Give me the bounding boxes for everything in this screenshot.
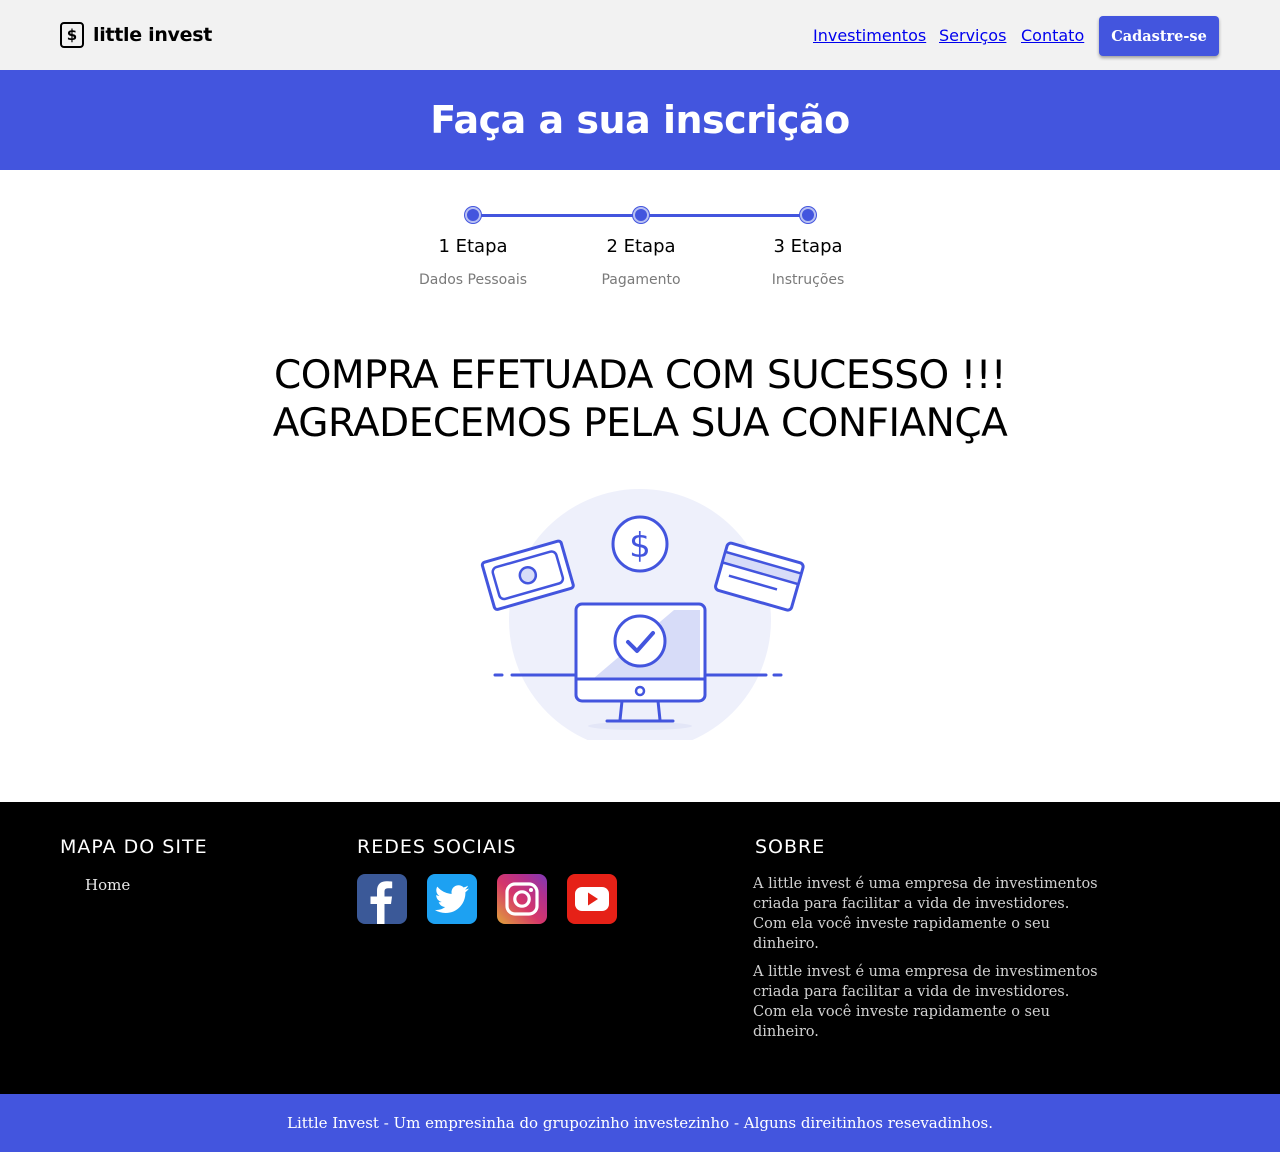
nav-link-investimentos[interactable]: Investimentos xyxy=(813,26,926,45)
step-2-dot xyxy=(633,207,649,223)
copyright-text: Little Invest - Um empresinha do grupozi… xyxy=(287,1114,993,1132)
dollar-coin-icon: $ xyxy=(611,515,669,573)
progress-stepper: 1 Etapa Dados Pessoais 2 Etapa Pagamento… xyxy=(0,200,1280,310)
footer-about-text-1: A little invest é uma empresa de investi… xyxy=(753,876,1098,952)
success-line-2: AGRADECEMOS PELA SUA CONFIANÇA xyxy=(272,401,1008,446)
dollar-box-icon: $ xyxy=(60,22,84,48)
page-title: Faça a sua inscrição xyxy=(430,98,850,142)
step-3-dot xyxy=(800,207,816,223)
svg-text:$: $ xyxy=(629,526,651,566)
twitter-icon[interactable] xyxy=(427,874,477,924)
step-3-subtitle: Instruções xyxy=(771,272,845,288)
success-line-1: COMPRA EFETUADA COM SUCESSO !!! xyxy=(273,353,1007,398)
footer-social-heading: REDES SOCIAIS xyxy=(357,836,517,858)
footer-about-heading: SOBRE xyxy=(755,836,826,858)
footer-link-home[interactable]: Home xyxy=(85,876,130,894)
footer-sitemap-heading: MAPA DO SITE xyxy=(60,836,208,858)
page-banner: Faça a sua inscrição xyxy=(0,70,1280,170)
step-1-dot xyxy=(465,207,481,223)
youtube-icon[interactable] xyxy=(567,874,617,924)
footer-about-text-2: A little invest é uma empresa de investi… xyxy=(753,964,1098,1040)
illustration-svg: $ xyxy=(480,489,805,751)
nav-link-servicos[interactable]: Serviços xyxy=(939,26,1006,45)
step-3-title: 3 Etapa xyxy=(773,236,843,257)
copyright-bar: Little Invest - Um empresinha do grupozi… xyxy=(0,1094,1280,1152)
facebook-icon[interactable] xyxy=(357,874,407,924)
instagram-icon[interactable] xyxy=(497,874,547,924)
top-navigation-bar: $ little invest Investimentos Serviços C… xyxy=(0,0,1280,70)
signup-button[interactable]: Cadastre-se xyxy=(1099,16,1219,56)
nav-link-contato[interactable]: Contato xyxy=(1021,26,1084,45)
brand-name: little invest xyxy=(93,24,213,46)
success-message: COMPRA EFETUADA COM SUCESSO !!! AGRADECE… xyxy=(0,352,1280,448)
brand-logo[interactable]: $ little invest xyxy=(60,22,212,48)
payment-success-illustration: $ xyxy=(470,480,810,751)
site-footer: MAPA DO SITE Home REDES SOCIAIS SOBRE A … xyxy=(0,802,1280,1094)
